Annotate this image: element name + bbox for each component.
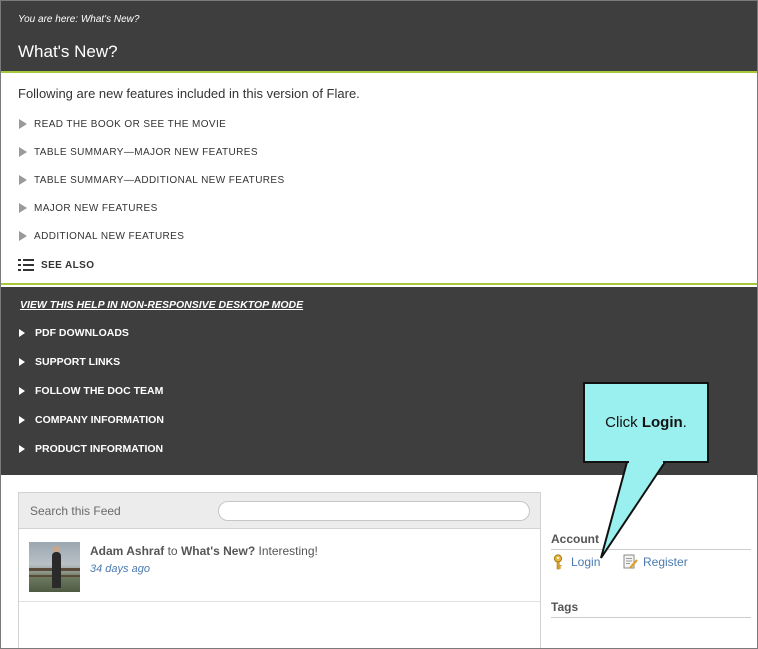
triangle-right-icon bbox=[19, 329, 25, 337]
triangle-right-icon bbox=[19, 445, 25, 453]
triangle-right-icon bbox=[19, 119, 27, 129]
page-title: What's New? bbox=[18, 42, 118, 61]
breadcrumb: You are here: What's New? bbox=[18, 14, 140, 25]
toggler-major-new-features[interactable]: Major New Features bbox=[19, 201, 158, 215]
topic-content: Following are new features included in t… bbox=[1, 75, 757, 285]
feed-search-input[interactable] bbox=[218, 501, 530, 521]
post-connector: to bbox=[167, 544, 178, 558]
triangle-right-icon bbox=[19, 231, 27, 241]
login-link[interactable]: Login bbox=[552, 554, 600, 570]
toggler-label: Major New Features bbox=[34, 202, 158, 214]
toggler-table-summary-major[interactable]: Table Summary—Major New Features bbox=[19, 145, 258, 159]
footer-item-support-links[interactable]: SUPPORT LINKS bbox=[19, 356, 120, 368]
list-icon bbox=[18, 259, 34, 271]
footer-item-pdf-downloads[interactable]: PDF DOWNLOADS bbox=[19, 327, 129, 339]
document-pencil-icon bbox=[623, 554, 638, 569]
toggler-label: Table Summary—Major New Features bbox=[34, 146, 258, 158]
footer-item-label: PRODUCT INFORMATION bbox=[35, 443, 164, 455]
toggler-additional-new-features[interactable]: Additional New Features bbox=[19, 229, 184, 243]
topic-header: You are here: What's New? What's New? bbox=[1, 1, 757, 73]
help-window: You are here: What's New? What's New? Fo… bbox=[0, 0, 758, 649]
callout-box: Click Login. bbox=[583, 382, 709, 463]
see-also-button[interactable]: SEE ALSO bbox=[18, 259, 94, 271]
triangle-right-icon bbox=[19, 387, 25, 395]
post-message: Interesting! bbox=[258, 544, 318, 558]
callout-text: Click Login. bbox=[605, 414, 687, 431]
footer-item-follow-doc-team[interactable]: FOLLOW THE DOC TEAM bbox=[19, 385, 163, 397]
feed-title: Search this Feed bbox=[30, 504, 121, 518]
key-icon bbox=[553, 554, 563, 570]
account-divider bbox=[551, 549, 751, 550]
post-topic[interactable]: What's New? bbox=[181, 544, 255, 558]
triangle-right-icon bbox=[19, 416, 25, 424]
see-also-label: SEE ALSO bbox=[41, 259, 95, 271]
footer-item-label: SUPPORT LINKS bbox=[35, 356, 121, 368]
triangle-right-icon bbox=[19, 175, 27, 185]
triangle-right-icon bbox=[19, 147, 27, 157]
intro-text: Following are new features included in t… bbox=[18, 86, 360, 101]
post-author[interactable]: Adam Ashraf bbox=[90, 544, 164, 558]
feed-panel: Search this Feed Adam Ashraf to What's N… bbox=[18, 492, 541, 648]
footer-item-label: PDF DOWNLOADS bbox=[35, 327, 129, 339]
footer-item-label: COMPANY INFORMATION bbox=[35, 414, 164, 426]
footer-item-company-info[interactable]: COMPANY INFORMATION bbox=[19, 414, 164, 426]
register-link[interactable]: Register bbox=[623, 554, 688, 570]
toggler-label: Additional New Features bbox=[34, 230, 185, 242]
login-label: Login bbox=[571, 555, 601, 569]
toggler-table-summary-additional[interactable]: Table Summary—Additional New Features bbox=[19, 173, 285, 187]
feed-post: Adam Ashraf to What's New? Interesting! … bbox=[19, 530, 540, 602]
tags-heading: Tags bbox=[551, 600, 579, 614]
feed-header: Search this Feed bbox=[19, 493, 540, 529]
footer-item-product-info[interactable]: PRODUCT INFORMATION bbox=[19, 443, 163, 455]
post-time: 34 days ago bbox=[90, 563, 150, 575]
avatar[interactable] bbox=[29, 542, 80, 592]
post-line: Adam Ashraf to What's New? Interesting! bbox=[90, 544, 318, 558]
toggler-label: Table Summary—Additional New Features bbox=[34, 174, 285, 186]
desktop-mode-link[interactable]: VIEW THIS HELP IN NON-RESPONSIVE DESKTOP… bbox=[20, 299, 303, 311]
toggler-read-the-book[interactable]: Read the Book or See the Movie bbox=[19, 117, 226, 131]
footer-item-label: FOLLOW THE DOC TEAM bbox=[35, 385, 164, 397]
account-heading: Account bbox=[551, 532, 599, 546]
register-label: Register bbox=[643, 555, 688, 569]
toggler-label: Read the Book or See the Movie bbox=[34, 118, 227, 130]
triangle-right-icon bbox=[19, 203, 27, 213]
triangle-right-icon bbox=[19, 358, 25, 366]
tags-divider bbox=[551, 617, 751, 618]
